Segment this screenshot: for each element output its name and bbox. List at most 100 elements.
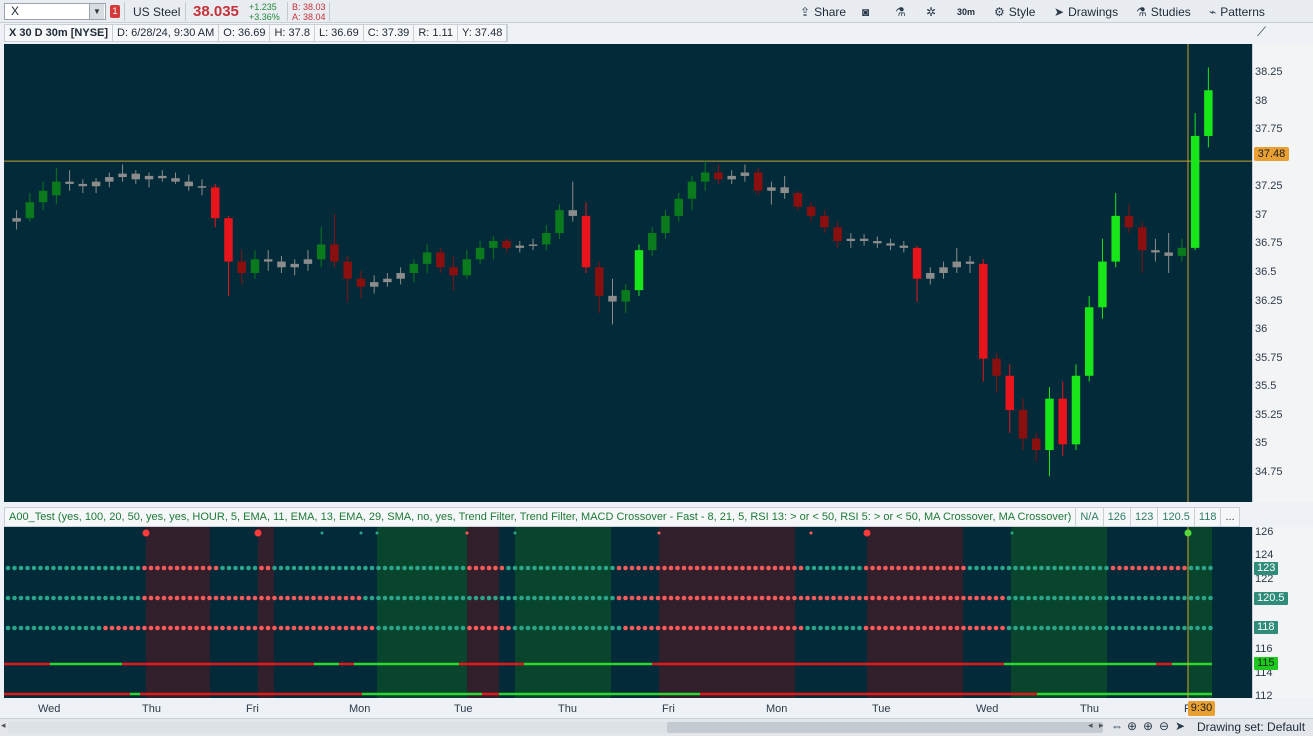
- signal-dot: [863, 595, 869, 601]
- signal-dot: [376, 625, 381, 631]
- signal-dot: [915, 595, 921, 601]
- study-title[interactable]: A00_Test (yes, 100, 20, 50, yes, yes, HO…: [5, 508, 1077, 526]
- scroll-left-icon[interactable]: ◂: [1088, 720, 1093, 731]
- signal-dot: [844, 625, 849, 631]
- signal-dot: [785, 565, 791, 571]
- snapshot-button[interactable]: ◙: [858, 2, 873, 21]
- day-label: Tue: [872, 703, 891, 715]
- signal-dot: [1058, 565, 1064, 571]
- style-button[interactable]: ⚙ Style: [990, 2, 1039, 21]
- scrollbar-thumb[interactable]: [667, 722, 1103, 733]
- signal-dot: [181, 595, 186, 601]
- signal-dot: [974, 625, 979, 631]
- signal-dot: [70, 595, 76, 601]
- signal-dot: [571, 595, 576, 601]
- study-chart-area[interactable]: [4, 527, 1252, 698]
- signal-dot: [870, 595, 875, 601]
- signal-dot: [1162, 565, 1168, 571]
- signal-dot: [902, 625, 908, 631]
- signal-dot: [174, 565, 180, 571]
- signal-dot: [1182, 625, 1187, 631]
- signal-dot: [928, 595, 934, 601]
- studies-button[interactable]: ⚗ Studies: [1132, 2, 1195, 21]
- crosshair-icon[interactable]: ⊕: [1127, 719, 1137, 733]
- signal-dot: [1000, 595, 1005, 601]
- price-chart-area[interactable]: [4, 44, 1252, 502]
- signal-dot: [200, 625, 206, 631]
- share-button[interactable]: ⇪ Share: [796, 2, 850, 21]
- candle-body: [436, 252, 445, 268]
- chart-description[interactable]: X 30 D 30m [NYSE]: [5, 25, 114, 41]
- candle-body: [197, 186, 207, 188]
- alert-badge[interactable]: 1: [110, 5, 120, 18]
- signal-dot: [408, 595, 414, 601]
- signal-dot: [1182, 565, 1187, 571]
- price-tick-label: 36.75: [1255, 237, 1283, 250]
- signal-dot: [564, 625, 570, 631]
- candle-body: [1098, 261, 1107, 308]
- signal-dot: [805, 595, 810, 601]
- signal-dot: [473, 595, 479, 601]
- signal-dot: [935, 565, 940, 571]
- signal-marker: [142, 529, 150, 537]
- signal-dot: [395, 625, 401, 631]
- drawing-set-label[interactable]: Drawing set: Default: [1197, 720, 1305, 734]
- signal-dot: [129, 595, 134, 601]
- signal-dot: [980, 595, 986, 601]
- signal-dot: [603, 595, 609, 601]
- settings-button[interactable]: ✲: [922, 2, 940, 21]
- signal-dot: [506, 625, 511, 631]
- aggregation-button[interactable]: 30m: [953, 2, 979, 21]
- signal-dot: [941, 565, 947, 571]
- draw-line-icon[interactable]: ⟋: [1257, 24, 1266, 40]
- candle-body: [859, 238, 869, 242]
- signal-dot: [408, 625, 414, 631]
- zoom-out-icon[interactable]: ⊖: [1159, 719, 1169, 733]
- signal-dot: [174, 595, 180, 601]
- signal-dot: [987, 595, 992, 601]
- scroll-right-icon[interactable]: ▸: [1099, 720, 1104, 731]
- signal-dot: [382, 595, 388, 601]
- signal-dot: [1169, 625, 1174, 631]
- signal-dot: [837, 595, 843, 601]
- signal-dot: [1136, 565, 1142, 571]
- candle-body: [144, 175, 154, 180]
- patterns-button[interactable]: ⌁ Patterns: [1205, 2, 1269, 21]
- candle-body: [211, 187, 220, 219]
- signal-dot: [512, 625, 518, 631]
- cursor-icon[interactable]: ➤: [1175, 719, 1185, 733]
- signal-dot: [428, 625, 433, 631]
- signal-dot: [1123, 565, 1129, 571]
- chevron-down-icon[interactable]: ▼: [89, 4, 104, 19]
- signal-dot: [766, 595, 771, 601]
- signal-dot: [701, 625, 706, 631]
- scroll-left-icon[interactable]: ◂: [1, 720, 6, 731]
- signal-dot: [38, 565, 43, 571]
- signal-dot: [57, 595, 63, 601]
- signal-zone: [1011, 527, 1107, 698]
- signal-dot: [434, 625, 440, 631]
- signal-dot: [909, 625, 914, 631]
- signal-dot: [766, 565, 771, 571]
- candlestick-chart[interactable]: [4, 44, 1252, 502]
- flask-button[interactable]: ⚗: [891, 2, 910, 21]
- signal-dot: [64, 625, 69, 631]
- candle-body: [475, 247, 485, 260]
- signal-zone: [258, 527, 274, 698]
- signal-dot: [1123, 625, 1129, 631]
- signal-dot: [324, 625, 329, 631]
- pan-icon[interactable]: ⇔: [1111, 719, 1123, 733]
- candle-body: [873, 241, 882, 244]
- signal-dot: [824, 565, 830, 571]
- candle-body: [634, 250, 644, 291]
- signal-dot: [12, 565, 17, 571]
- zoom-in-icon[interactable]: ⊕: [1143, 719, 1153, 733]
- drawings-button[interactable]: ➤ Drawings: [1050, 2, 1122, 21]
- signal-dot: [564, 595, 570, 601]
- signal-dot: [720, 625, 726, 631]
- signal-dot: [454, 595, 459, 601]
- more-button[interactable]: ...: [1221, 508, 1238, 526]
- study-plot[interactable]: [4, 527, 1252, 698]
- time-axis[interactable]: Wed Thu Fri Mon Tue Thu Fri Mon Tue Wed …: [4, 700, 1252, 718]
- signal-dot: [902, 595, 908, 601]
